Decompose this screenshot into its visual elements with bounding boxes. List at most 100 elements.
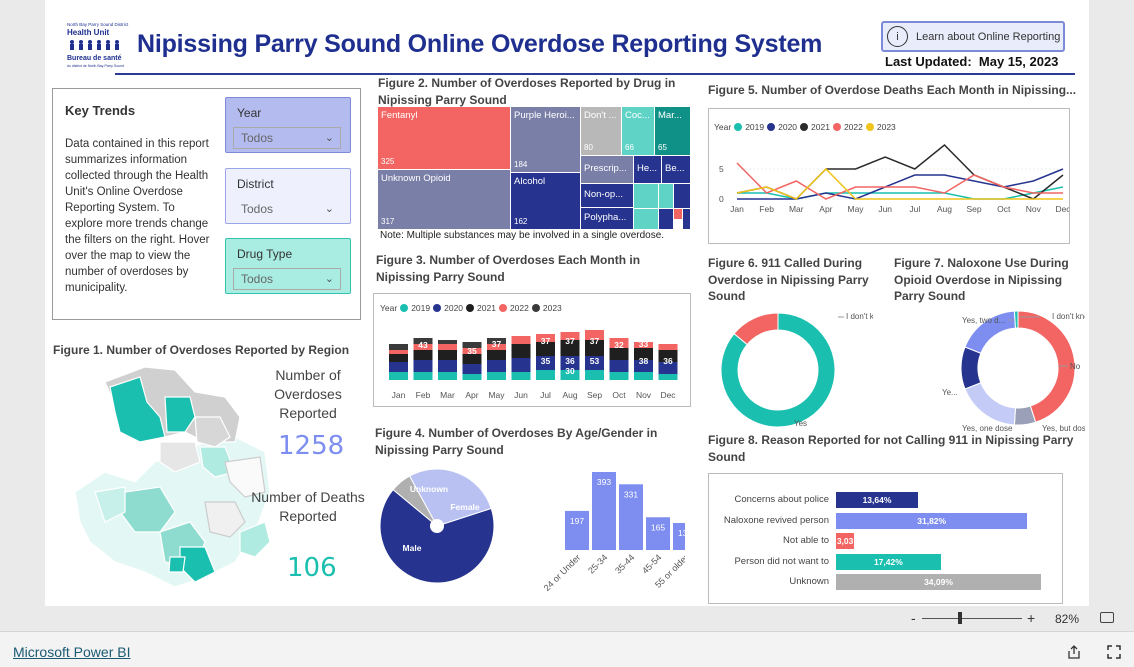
district-filter[interactable]: District Todos ⌄	[225, 168, 351, 224]
zoom-in-button[interactable]: +	[1027, 610, 1035, 626]
district-select[interactable]: Todos ⌄	[233, 198, 341, 220]
reason-bar[interactable]: 13,64%	[836, 492, 919, 508]
legend-label[interactable]: 2022	[510, 303, 529, 313]
legend-label[interactable]: 2023	[877, 122, 896, 132]
treemap-cell[interactable]	[674, 184, 690, 208]
stacked-bar-segment[interactable]	[438, 350, 457, 360]
stacked-bar-segment[interactable]	[438, 344, 457, 350]
stacked-bar-segment[interactable]	[389, 354, 408, 362]
share-icon[interactable]	[1066, 644, 1082, 660]
treemap-cell[interactable]: Mar... 65	[655, 107, 690, 155]
treemap-cell[interactable]: He...	[634, 156, 661, 183]
treemap-cell[interactable]: Coc... 66	[622, 107, 654, 155]
treemap-cell[interactable]: Non-op...	[581, 184, 633, 207]
fig4-chart[interactable]: MaleFemaleUnknown19724 or Under39325-343…	[380, 465, 685, 600]
stacked-bar-segment[interactable]	[511, 358, 531, 372]
stacked-bar-segment[interactable]	[511, 344, 531, 358]
stacked-bar-segment[interactable]	[413, 372, 433, 380]
stacked-bar-segment[interactable]	[413, 360, 433, 372]
reason-bar[interactable]: 17,42%	[836, 553, 941, 570]
series-line[interactable]	[736, 167, 1063, 200]
stacked-bar-segment[interactable]	[658, 374, 678, 380]
data-label: 32	[614, 340, 624, 350]
stacked-bar-segment[interactable]	[389, 362, 408, 372]
zoom-slider-handle[interactable]	[958, 612, 962, 624]
year-filter[interactable]: Year Todos ⌄	[225, 97, 351, 153]
data-label: 53	[590, 356, 600, 366]
donut-slice[interactable]	[960, 346, 982, 390]
treemap-cell[interactable]	[634, 209, 658, 229]
treemap-cell[interactable]	[659, 184, 673, 208]
learn-button[interactable]: i Learn about Online Reporting	[881, 21, 1065, 52]
treemap-cell[interactable]: Be...	[662, 156, 690, 183]
region-map[interactable]	[65, 362, 275, 592]
stacked-bar-segment[interactable]	[658, 344, 678, 350]
fig5-chart[interactable]: 0 5 Jan Feb Mar Apr May Jun Jul Aug Sep Oct Nov Dec	[709, 139, 1069, 244]
treemap-cell[interactable]	[659, 209, 673, 229]
treemap-cell[interactable]	[674, 209, 682, 219]
legend-label[interactable]: 2019	[745, 122, 764, 132]
drug-type-select[interactable]: Todos ⌄	[233, 268, 341, 290]
legend-label[interactable]: 2023	[543, 303, 562, 313]
x-tick-label: Apr	[465, 390, 478, 400]
fig5-legend: Year 2019 2020 2021 2022 2023	[714, 122, 896, 132]
legend-label[interactable]: 2021	[477, 303, 496, 313]
treemap-cell[interactable]: Unknown Opioid 317	[378, 170, 510, 229]
stacked-bar-segment[interactable]	[609, 360, 629, 372]
stacked-bar-segment[interactable]	[634, 372, 653, 380]
fullscreen-icon[interactable]	[1106, 644, 1122, 660]
stacked-bar-segment[interactable]	[438, 360, 457, 372]
stacked-bar-segment[interactable]	[511, 336, 531, 344]
donut-slice[interactable]	[964, 382, 1017, 426]
drug-type-filter[interactable]: Drug Type Todos ⌄	[225, 238, 351, 294]
stacked-bar-segment[interactable]	[536, 370, 555, 380]
zoom-out-button[interactable]: -	[911, 610, 916, 626]
treemap-cell[interactable]: Fentanyl 325	[378, 107, 510, 169]
stacked-bar-segment[interactable]	[487, 372, 506, 380]
stacked-bar-segment[interactable]	[389, 372, 408, 380]
stacked-bar-segment[interactable]	[462, 374, 482, 380]
pie-label: Unknown	[410, 484, 448, 494]
treemap-cell[interactable]: Alcohol 162	[511, 173, 580, 229]
treemap-cell[interactable]: Prescrip...	[581, 156, 633, 183]
treemap-cell[interactable]: Purple Heroi... 184	[511, 107, 580, 172]
fig7-donut[interactable]: NoYes, but dos...Yes, one doseYe...Yes, …	[890, 305, 1085, 435]
year-select[interactable]: Todos ⌄	[233, 127, 341, 149]
series-line[interactable]	[736, 143, 1064, 200]
donut-slice[interactable]	[1017, 310, 1076, 423]
stacked-bar-segment[interactable]	[389, 344, 408, 350]
stacked-bar-segment[interactable]	[413, 350, 433, 360]
donut-slice[interactable]	[1013, 310, 1019, 329]
legend-label[interactable]: 2021	[811, 122, 830, 132]
zoom-slider[interactable]	[922, 618, 1022, 619]
stacked-bar-segment[interactable]	[438, 372, 457, 380]
legend-label[interactable]: 2020	[778, 122, 797, 132]
fit-to-page-icon[interactable]	[1100, 612, 1114, 623]
drug-treemap[interactable]: Fentanyl 325 Unknown Opioid 317 Purple Her…	[378, 107, 690, 229]
fig6-donut[interactable]: I don't know Yes	[708, 305, 873, 430]
x-tick-label: Jun	[878, 204, 892, 214]
treemap-cell[interactable]	[683, 209, 690, 229]
legend-label[interactable]: 2020	[444, 303, 463, 313]
fig8-chart[interactable]: Concerns about police 13,64% Naloxone revi…	[708, 473, 1063, 604]
stacked-bar-segment[interactable]	[487, 360, 506, 372]
powerbi-link[interactable]: Microsoft Power BI	[13, 644, 130, 660]
stacked-bar-segment[interactable]	[487, 350, 506, 360]
bar-category-label: Person did not want to	[734, 555, 829, 567]
stacked-bar-segment[interactable]	[511, 372, 531, 380]
stacked-bar-segment[interactable]	[585, 370, 604, 380]
reason-bar[interactable]: 3,03	[836, 533, 855, 549]
treemap-cell[interactable]	[634, 184, 658, 208]
legend-label[interactable]: 2019	[411, 303, 430, 313]
stacked-bar-segment[interactable]	[609, 372, 629, 380]
stacked-bar-segment[interactable]	[438, 340, 457, 344]
legend-label[interactable]: 2022	[844, 122, 863, 132]
stacked-bar-segment[interactable]	[462, 364, 482, 374]
treemap-cell[interactable]: Don't ... 80	[581, 107, 621, 155]
chevron-down-icon: ⌄	[324, 132, 334, 144]
treemap-cell[interactable]: Polypha...	[581, 208, 633, 229]
stacked-bar-segment[interactable]	[389, 350, 408, 354]
reason-bar[interactable]: 31,82%	[836, 512, 1028, 529]
fig3-chart[interactable]: Jan Feb Mar Apr May Jun Jul Aug Sep Oct Nov Dec 43 35…	[374, 320, 690, 406]
reason-bar[interactable]: 34,09%	[836, 574, 1041, 590]
